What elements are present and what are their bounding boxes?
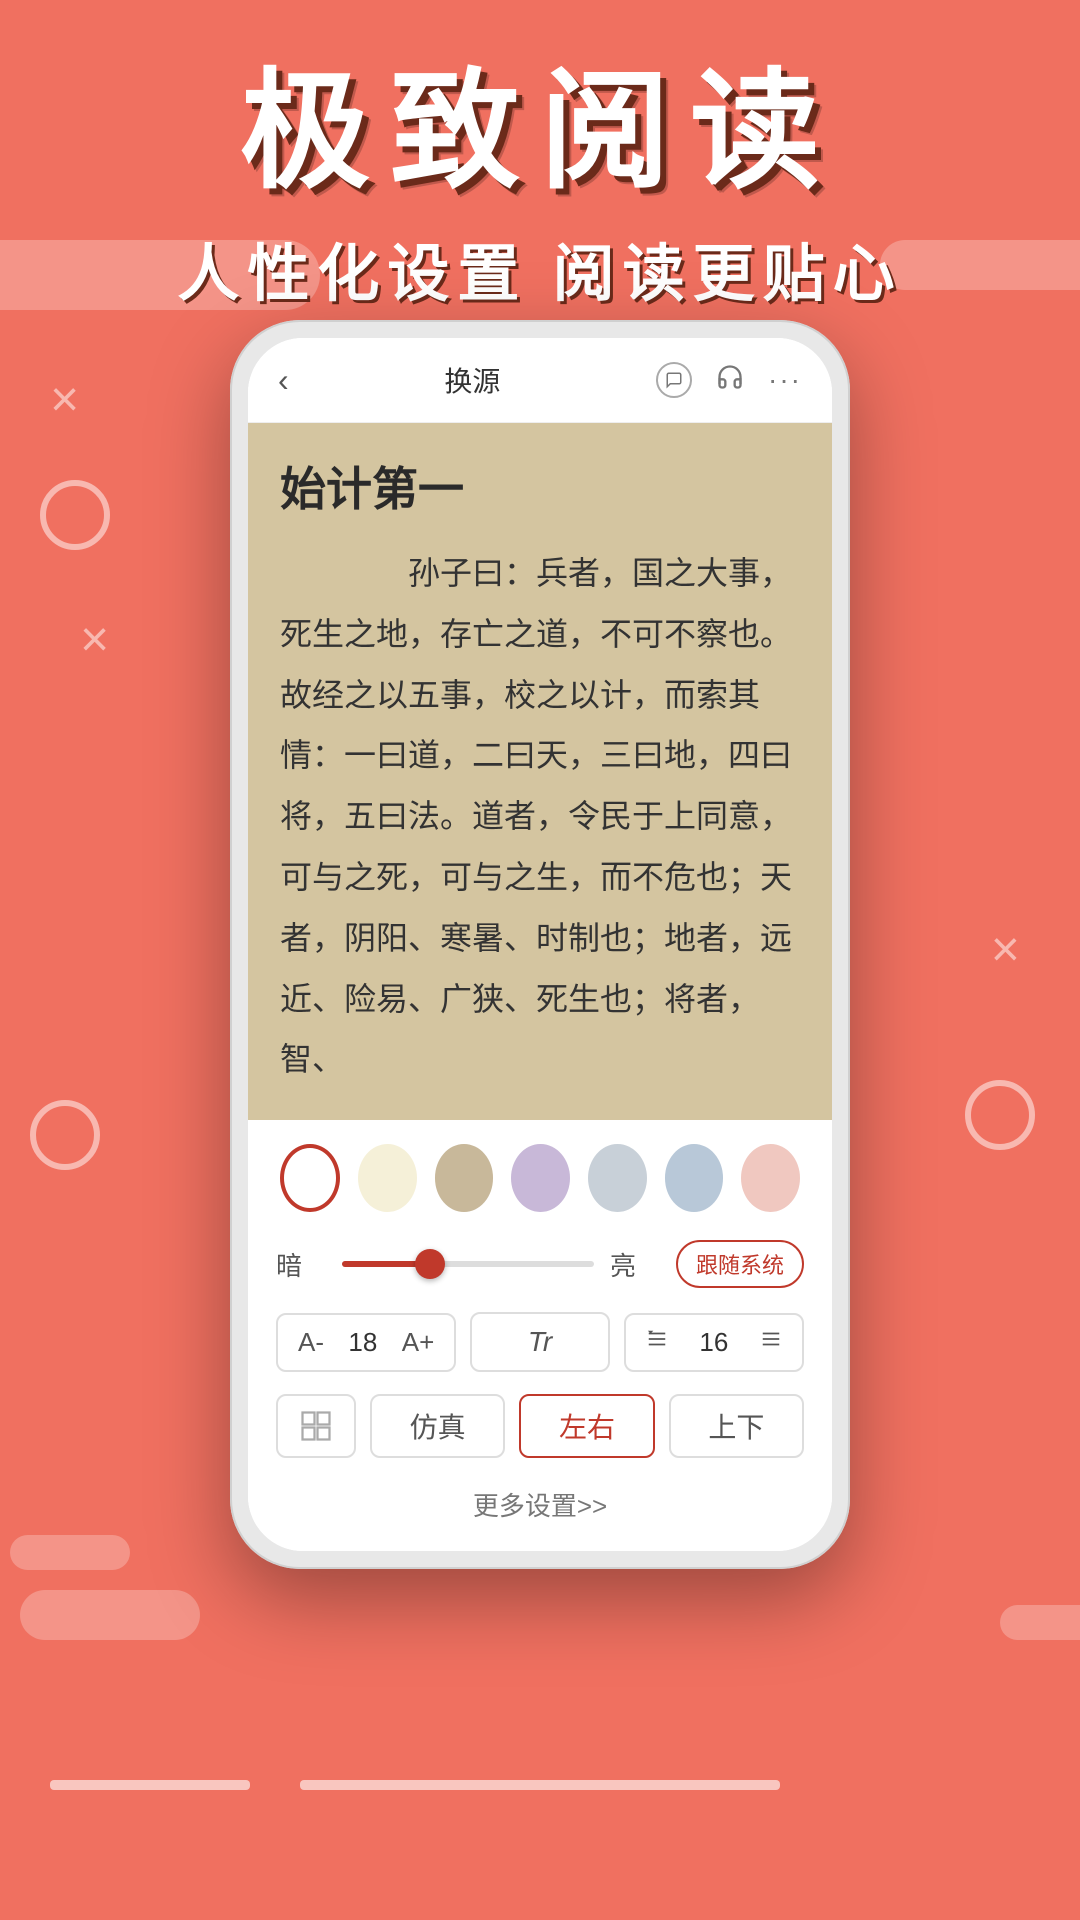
brightness-row: 暗 亮 跟随系统 xyxy=(276,1240,804,1288)
grid-icon-box[interactable] xyxy=(276,1394,356,1458)
topbar-icons: ··· xyxy=(656,362,802,398)
chapter-title: 始计第一 xyxy=(280,453,800,519)
more-settings-link[interactable]: 更多设置>> xyxy=(276,1478,804,1527)
settings-panel: 暗 亮 跟随系统 A- 18 A+ xyxy=(248,1120,832,1551)
font-decrease-button[interactable]: A- xyxy=(298,1327,324,1358)
fanzhen-button[interactable]: 仿真 xyxy=(370,1394,505,1458)
reading-content: 始计第一 孙子曰：兵者，国之大事，死生之地，存亡之道，不可不察也。故经之以五事，… xyxy=(248,423,832,1120)
deco-x-2: × xyxy=(80,610,109,668)
font-type-label: Tr xyxy=(528,1326,552,1358)
swatch-lavender[interactable] xyxy=(511,1144,570,1212)
deco-x-1: × xyxy=(50,370,79,428)
deco-o-1 xyxy=(40,480,110,550)
line-spacing-value: 16 xyxy=(699,1327,728,1358)
font-row: A- 18 A+ Tr xyxy=(276,1312,804,1372)
topbar-title: 换源 xyxy=(444,360,500,400)
follow-system-button[interactable]: 跟随系统 xyxy=(676,1240,804,1288)
line-spacing-control[interactable]: 16 xyxy=(624,1313,804,1372)
light-label: 亮 xyxy=(610,1246,660,1283)
slider-thumb[interactable] xyxy=(415,1249,445,1279)
zuoyou-button[interactable]: 左右 xyxy=(519,1394,654,1458)
deco-x-3: × xyxy=(991,920,1020,978)
font-size-value: 18 xyxy=(348,1327,377,1358)
deco-cloud-5 xyxy=(1000,1605,1080,1640)
line-icon-up xyxy=(646,1328,668,1356)
deco-o-3 xyxy=(965,1080,1035,1150)
speech-icon[interactable] xyxy=(656,362,692,398)
swatch-silver[interactable] xyxy=(588,1144,647,1212)
brightness-slider[interactable] xyxy=(342,1261,594,1267)
swatch-pink[interactable] xyxy=(741,1144,800,1212)
shangxia-button[interactable]: 上下 xyxy=(669,1394,804,1458)
font-increase-button[interactable]: A+ xyxy=(402,1327,435,1358)
back-button[interactable]: ‹ xyxy=(278,362,289,399)
dark-label: 暗 xyxy=(276,1246,326,1283)
more-icon[interactable]: ··· xyxy=(768,364,802,396)
deco-cloud-3 xyxy=(20,1590,200,1640)
phone-mockup: ‹ 换源 xyxy=(230,320,850,1569)
swatch-blue[interactable] xyxy=(665,1144,724,1212)
phone-outer: ‹ 换源 xyxy=(230,320,850,1569)
headphone-icon[interactable] xyxy=(716,363,744,398)
chapter-text: 孙子曰：兵者，国之大事，死生之地，存亡之道，不可不察也。故经之以五事，校之以计，… xyxy=(280,543,800,1090)
layout-row: 仿真 左右 上下 xyxy=(276,1394,804,1458)
swatch-cream[interactable] xyxy=(358,1144,417,1212)
font-type-control[interactable]: Tr xyxy=(470,1312,609,1372)
phone-screen: ‹ 换源 xyxy=(248,338,832,1551)
phone-inner: ‹ 换源 xyxy=(248,338,832,1551)
deco-line-2 xyxy=(300,1780,780,1790)
main-title: 极致阅读 xyxy=(60,60,1020,203)
sub-title: 人性化设置 阅读更贴心 xyxy=(60,223,1020,313)
font-size-control[interactable]: A- 18 A+ xyxy=(276,1313,456,1372)
swatch-tan[interactable] xyxy=(435,1144,494,1212)
color-swatches xyxy=(276,1144,804,1212)
line-icon-down xyxy=(760,1328,782,1356)
swatch-white[interactable] xyxy=(280,1144,340,1212)
deco-cloud-4 xyxy=(10,1535,130,1570)
header: 极致阅读 人性化设置 阅读更贴心 xyxy=(0,0,1080,333)
deco-o-2 xyxy=(30,1100,100,1170)
top-bar: ‹ 换源 xyxy=(248,338,832,423)
deco-line-1 xyxy=(50,1780,250,1790)
